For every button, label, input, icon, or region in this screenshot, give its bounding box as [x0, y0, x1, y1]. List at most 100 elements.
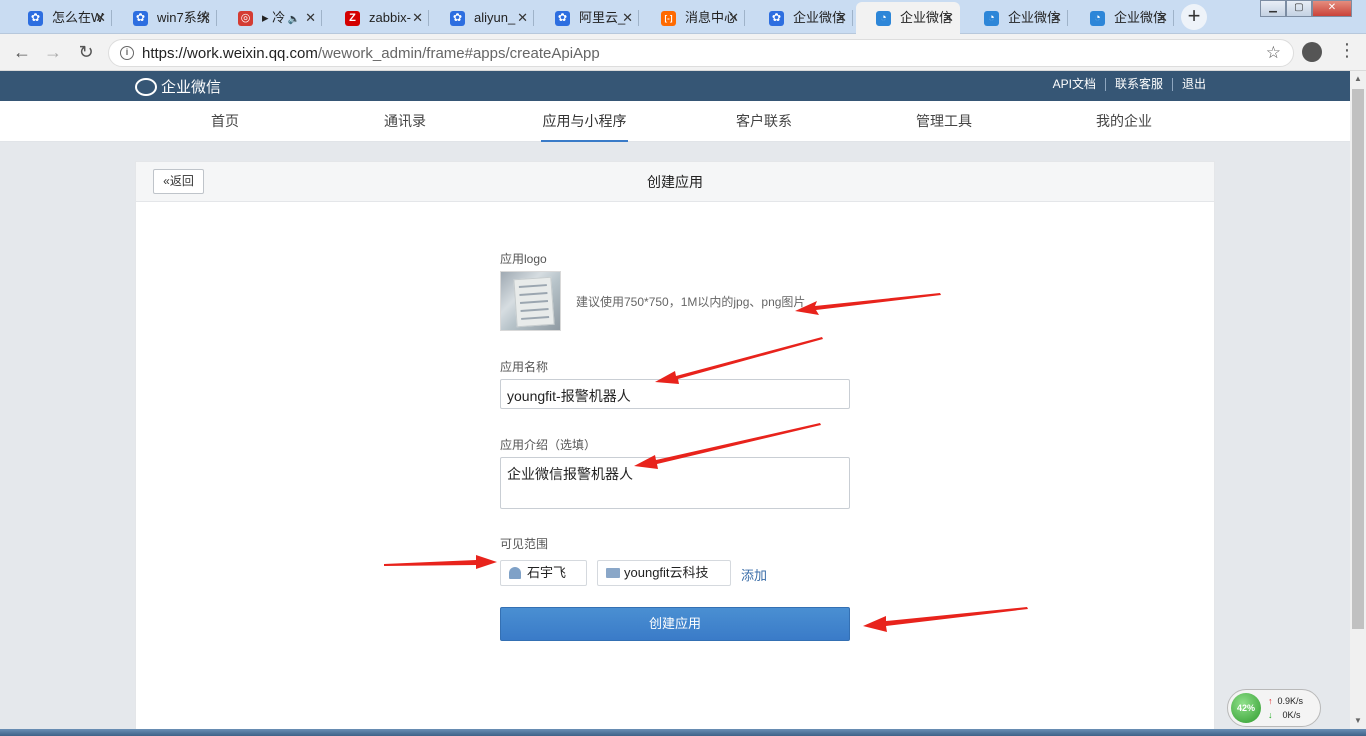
tab-separator: [852, 10, 853, 26]
tab-title: 阿里云_: [579, 10, 626, 25]
tab-close-icon[interactable]: ✕: [622, 2, 633, 34]
cpu-percent: 42%: [1231, 693, 1261, 723]
create-app-button[interactable]: 创建应用: [500, 607, 850, 641]
add-scope-link[interactable]: 添加: [741, 565, 767, 584]
baidu-paw-icon: ✿: [555, 11, 570, 26]
back-label: 返回: [169, 174, 194, 188]
tab-separator: [1067, 10, 1068, 26]
tab-close-icon[interactable]: ✕: [412, 2, 423, 34]
tab-close-icon[interactable]: ✕: [1051, 2, 1062, 34]
logo-label: 应用logo: [500, 252, 547, 266]
tab-separator: [533, 10, 534, 26]
tab-close-icon[interactable]: ✕: [1157, 2, 1168, 34]
nav-tools[interactable]: 管理工具: [908, 101, 980, 142]
baidu-paw-icon: ✿: [133, 11, 148, 26]
tab-close-icon[interactable]: ✕: [305, 2, 316, 34]
maximize-button[interactable]: ▢: [1285, 0, 1312, 17]
person-icon: [509, 567, 521, 579]
tab-separator: [638, 10, 639, 26]
upload-speed: 0.9K/s: [1277, 696, 1304, 706]
scroll-up-icon[interactable]: ▲: [1350, 71, 1366, 87]
scope-department-name: youngfit云科技: [624, 565, 709, 580]
tab-close-icon[interactable]: ✕: [943, 2, 954, 34]
reload-icon[interactable]: ↻: [74, 41, 98, 65]
browser-tab[interactable]: [-] 消息中心 ✕: [641, 2, 745, 34]
nav-customer[interactable]: 客户联系: [728, 101, 800, 142]
contact-support-link[interactable]: 联系客服: [1104, 78, 1172, 91]
wework-logo-icon: [135, 77, 157, 96]
scope-member-name: 石宇飞: [527, 565, 567, 580]
address-url[interactable]: https://work.weixin.qq.com/wework_admin/…: [142, 45, 600, 62]
wework-brand[interactable]: 企业微信: [135, 76, 221, 97]
nav-contacts[interactable]: 通讯录: [370, 101, 440, 142]
aliyun-bracket-icon: [-]: [661, 11, 676, 26]
browser-menu-icon[interactable]: ⋮: [1338, 40, 1356, 61]
browser-tab[interactable]: ◔ 企业微信 ✕: [856, 2, 960, 34]
minimize-button[interactable]: ▁: [1260, 0, 1286, 17]
browser-tab[interactable]: ◔ 企业微信 ✕: [1070, 2, 1174, 34]
card-header: 创建应用 «返回: [136, 162, 1214, 202]
tab-separator: [744, 10, 745, 26]
nav-my-company[interactable]: 我的企业: [1088, 101, 1160, 142]
baidu-paw-icon: ✿: [450, 11, 465, 26]
browser-tab[interactable]: ✿ 阿里云_ ✕: [535, 2, 639, 34]
tab-close-icon[interactable]: ✕: [836, 2, 847, 34]
app-intro-textarea[interactable]: 企业微信报警机器人: [500, 457, 850, 509]
tab-separator: [1173, 10, 1174, 26]
account-icon[interactable]: [1302, 42, 1322, 62]
baidu-paw-icon: ✿: [769, 11, 784, 26]
upload-arrow-icon: ↑: [1268, 696, 1273, 706]
page-content: 企业微信 API文档 联系客服 退出 首页 通讯录 应用与小程序 客户联系 管理…: [0, 71, 1350, 729]
upload-speed-row: ↑ 0.9K/s: [1268, 696, 1303, 706]
app-name-input[interactable]: youngfit-报警机器人: [500, 379, 850, 409]
tab-close-icon[interactable]: ✕: [517, 2, 528, 34]
new-tab-button[interactable]: +: [1181, 4, 1207, 30]
speaker-icon[interactable]: 🔈: [285, 14, 300, 25]
tab-close-icon[interactable]: ✕: [728, 2, 739, 34]
wework-topbar: 企业微信 API文档 联系客服 退出: [0, 71, 1350, 101]
site-info-icon[interactable]: i: [120, 46, 134, 60]
browser-tab[interactable]: ✿ aliyun_ ✕: [430, 2, 534, 34]
browser-toolbar: ← → ↻ i https://work.weixin.qq.com/wewor…: [0, 34, 1366, 71]
browser-tab[interactable]: ✿ 怎么在W ✕: [8, 2, 112, 34]
tab-separator: [321, 10, 322, 26]
nav-home[interactable]: 首页: [195, 101, 255, 142]
intro-label: 应用介绍（选填）: [500, 438, 597, 452]
baidu-paw-icon: ✿: [28, 11, 43, 26]
window-close-button[interactable]: ✕: [1311, 0, 1352, 17]
api-docs-link[interactable]: API文档: [1044, 78, 1105, 91]
browser-tab[interactable]: ◎ ▸ 冷 🔈 ✕: [218, 2, 322, 34]
browser-tab[interactable]: ✿ win7系统 ✕: [113, 2, 217, 34]
browser-tab[interactable]: ✿ 企业微信 ✕: [749, 2, 853, 34]
back-arrow-icon[interactable]: ←: [10, 41, 34, 65]
browser-tab[interactable]: ◔ 企业微信 ✕: [964, 2, 1068, 34]
zabbix-z-icon: Z: [345, 11, 360, 26]
logout-link[interactable]: 退出: [1171, 78, 1215, 91]
back-button[interactable]: «返回: [153, 169, 204, 194]
window-controls: ▁ ▢ ✕: [1260, 0, 1352, 18]
scroll-down-icon[interactable]: ▼: [1350, 713, 1366, 729]
download-arrow-icon: ↓: [1268, 710, 1273, 720]
address-bar[interactable]: i https://work.weixin.qq.com/wework_admi…: [108, 39, 1294, 67]
name-label: 应用名称: [500, 360, 549, 374]
create-app-card: 创建应用 «返回 应用logo 建议使用750*750，1M以内的jpg、png…: [135, 161, 1215, 729]
scope-department-chip[interactable]: youngfit云科技: [597, 560, 731, 586]
wework-icon: ◔: [876, 11, 891, 26]
scope-member-chip[interactable]: 石宇飞: [500, 560, 587, 586]
tab-close-icon[interactable]: ✕: [95, 2, 106, 34]
bookmark-star-icon[interactable]: ☆: [1266, 43, 1281, 63]
app-logo-upload[interactable]: [500, 271, 561, 331]
tab-title: ▸ 冷: [262, 10, 286, 25]
tab-close-icon[interactable]: ✕: [200, 2, 211, 34]
download-speed-row: ↓ 0K/s: [1268, 710, 1301, 720]
logo-hint: 建议使用750*750，1M以内的jpg、png图片: [576, 295, 806, 309]
tab-separator: [428, 10, 429, 26]
forward-arrow-icon[interactable]: →: [41, 41, 65, 65]
scrollbar-thumb[interactable]: [1352, 89, 1364, 629]
browser-tab[interactable]: Zzabbix- ✕: [325, 2, 429, 34]
nav-apps[interactable]: 应用与小程序: [541, 101, 628, 142]
page-scrollbar[interactable]: ▲ ▼: [1350, 71, 1366, 729]
scope-label: 可见范围: [500, 537, 549, 551]
page-title: 创建应用: [647, 174, 703, 190]
wework-icon: ◔: [984, 11, 999, 26]
